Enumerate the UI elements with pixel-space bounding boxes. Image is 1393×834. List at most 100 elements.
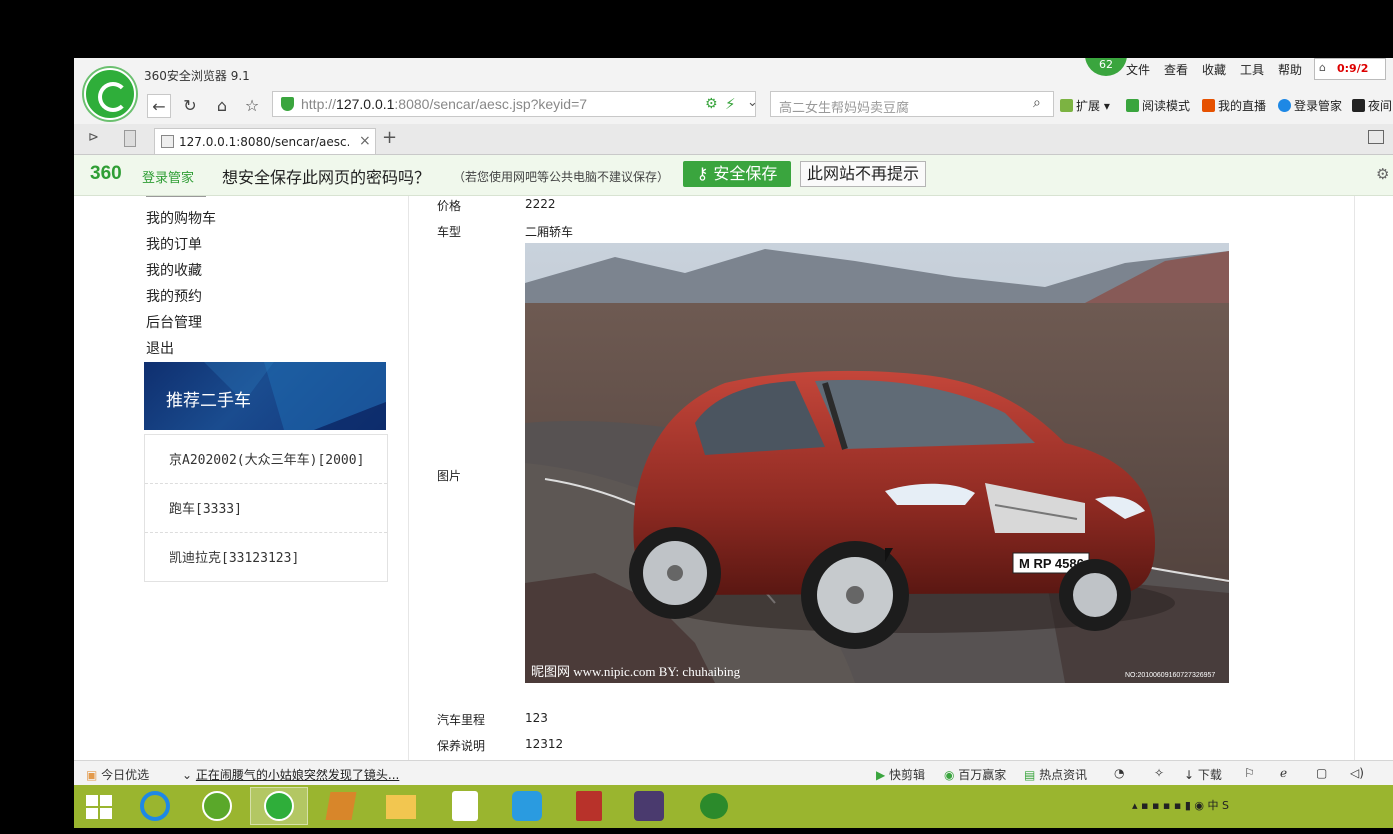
address-bar[interactable]: http://127.0.0.1:8080/sencar/aesc.jsp?ke… [272, 91, 758, 117]
star-icon[interactable]: ☆ [240, 94, 264, 118]
dropdown-icon[interactable]: ⌄ [747, 95, 758, 110]
editor-taskbar-icon[interactable] [560, 787, 618, 825]
file-explorer-taskbar-icon[interactable] [372, 787, 430, 825]
sidebar-link-favorites[interactable]: 我的收藏 [146, 260, 202, 280]
clock-text: 0:9/2 [1337, 62, 1369, 75]
sidebar-link-cart[interactable]: 我的购物车 [146, 208, 216, 228]
login-manager-brand: 360 [90, 163, 122, 184]
save-password-button[interactable]: ⚷ 安全保存 [683, 161, 791, 187]
search-input[interactable]: 高二女生帮妈妈卖豆腐 [779, 97, 909, 116]
menu-favorites[interactable]: 收藏 [1202, 61, 1226, 78]
reading-mode-button[interactable]: 阅读模式 [1126, 97, 1190, 114]
password-note: （若您使用网吧等公共电脑不建议保存） [453, 170, 670, 184]
reload-icon[interactable]: ↻ [178, 94, 202, 118]
type-label: 车型 [437, 225, 462, 239]
login-manager-button[interactable]: 登录管家 [1278, 97, 1342, 114]
quick-clip-label: 快剪辑 [889, 768, 926, 782]
volume-icon[interactable]: ◁) [1350, 766, 1364, 780]
pin-icon[interactable]: ✧ [1154, 766, 1164, 780]
menu-view[interactable]: 查看 [1164, 61, 1188, 78]
sidebar-toggle-icon[interactable]: ⊳ [88, 130, 99, 145]
app-taskbar-icon[interactable] [684, 787, 742, 825]
window-icon[interactable]: ▢ [1316, 766, 1327, 780]
password-save-bar: 360 登录管家 想安全保存此网页的密码吗？ （若您使用网吧等公共电脑不建议保存… [74, 155, 1393, 196]
360-browser-logo-icon[interactable] [84, 68, 136, 120]
windows-taskbar: ▴ ▪ ▪ ▪ ▪ ▮ ◉ 中 S [74, 785, 1393, 828]
menu-file[interactable]: 文件 [1126, 61, 1150, 78]
car-photo-drawing: M RP 4586 昵图网 www.nipic.com BY: chuhaibi… [525, 243, 1229, 683]
maintenance-value: 12312 [525, 737, 564, 751]
windows-start-icon[interactable] [86, 795, 112, 819]
news-icon: ▤ [1024, 768, 1040, 782]
today-picks-button[interactable]: ▣ 今日优选 [86, 766, 149, 783]
password-message: 想安全保存此网页的密码吗？ [222, 168, 431, 187]
live-label: 我的直播 [1218, 99, 1267, 113]
night-mode-label: 夜间 [1368, 99, 1393, 113]
recommend-list: 京A202002(大众三年车)[2000] 跑车[3333] 凯迪拉克[3312… [144, 434, 388, 582]
browser-toolbar: 360安全浏览器 9.1 62 文件 查看 收藏 工具 帮助 ⌂ 0:9/2 ←… [74, 58, 1393, 124]
quick-clip-button[interactable]: ▶ 快剪辑 [876, 766, 925, 783]
sidebar-link-admin[interactable]: 后台管理 [146, 312, 202, 332]
list-item[interactable]: 凯迪拉克[33123123] [169, 547, 299, 566]
divider [145, 532, 387, 533]
eclipse-taskbar-icon[interactable] [620, 787, 678, 825]
search-box[interactable]: 高二女生帮妈妈卖豆腐 ⌕ [770, 91, 1054, 117]
speed-icon[interactable]: ◔ [1114, 766, 1124, 780]
menu-help[interactable]: 帮助 [1278, 61, 1302, 78]
winner-label: 百万赢家 [958, 768, 1007, 782]
system-tray[interactable]: ▴ ▪ ▪ ▪ ▪ ▮ ◉ 中 S [1132, 797, 1229, 813]
new-tab-button[interactable]: + [382, 127, 397, 148]
back-icon[interactable]: ← [147, 94, 171, 118]
news-ticker[interactable]: ⌄ 正在闹腰气的小姑娘突然发现了镜头... [182, 766, 399, 783]
price-value: 2222 [525, 197, 556, 211]
app-title: 360安全浏览器 9.1 [144, 69, 250, 83]
search-icon[interactable]: ⌕ [1033, 95, 1041, 111]
notebook-taskbar-icon[interactable] [312, 787, 370, 825]
close-icon[interactable]: × [359, 133, 371, 149]
hot-news-button[interactable]: ▤ 热点资讯 [1024, 766, 1087, 783]
car-detail-panel: 价格 2222 车型 二厢轿车 图片 M RP 4586 昵图网 www.nip… [408, 196, 1355, 760]
list-item[interactable]: 跑车[3333] [169, 498, 242, 517]
media-taskbar-icon[interactable] [188, 787, 246, 825]
url-path: :8080/sencar/aesc.jsp?keyid=7 [394, 96, 588, 112]
night-mode-button[interactable]: 夜间 [1352, 97, 1392, 114]
maintenance-label: 保养说明 [437, 739, 486, 753]
tab-title: 127.0.0.1:8080/sencar/aesc.jsp [179, 135, 349, 149]
download-button[interactable]: ↓ 下载 [1184, 766, 1222, 783]
wps-taskbar-icon[interactable] [498, 787, 556, 825]
address-url[interactable]: http://127.0.0.1:8080/sencar/aesc.jsp?ke… [301, 96, 587, 112]
sidebar-link-reservations[interactable]: 我的预约 [146, 286, 202, 306]
mileage-label: 汽车里程 [437, 713, 486, 727]
image-id: NO:20100609160727326957 [1125, 672, 1215, 679]
settings-gear-icon[interactable]: ⚙ [1376, 165, 1389, 183]
menu-tools[interactable]: 工具 [1240, 61, 1264, 78]
winner-button[interactable]: ◉ 百万赢家 [944, 766, 1006, 783]
live-button[interactable]: 我的直播 [1202, 97, 1266, 114]
sidebar-link-logout[interactable]: 退出 [146, 338, 174, 358]
browser-window: 360安全浏览器 9.1 62 文件 查看 收藏 工具 帮助 ⌂ 0:9/2 ←… [74, 58, 1393, 828]
notification-badge[interactable]: 62 [1085, 58, 1127, 76]
phone-icon[interactable] [124, 130, 136, 147]
recommend-title: 推荐二手车 [166, 391, 251, 411]
window-list-icon[interactable] [1368, 130, 1384, 144]
news-link[interactable]: 正在闹腰气的小姑娘突然发现了镜头... [196, 768, 399, 782]
lightning-icon[interactable]: ⚡ [725, 95, 736, 113]
ie-icon[interactable]: ℯ [1280, 766, 1287, 780]
speed-mode-icon[interactable]: ⚙ [705, 96, 718, 112]
tab-active[interactable]: 127.0.0.1:8080/sencar/aesc.jsp × [154, 128, 376, 154]
360-browser-taskbar-icon[interactable] [250, 787, 308, 825]
home-icon: ⌂ [1319, 61, 1326, 74]
ie-taskbar-icon[interactable] [126, 787, 184, 825]
key-icon: ⚷ [696, 164, 714, 183]
java-taskbar-icon[interactable] [436, 787, 494, 825]
divider [145, 483, 387, 484]
flag-icon[interactable]: ⚐ [1244, 766, 1255, 780]
sidebar-link-orders[interactable]: 我的订单 [146, 234, 202, 254]
home-icon[interactable]: ⌂ [210, 94, 234, 118]
status-bar: ▣ 今日优选 ⌄ 正在闹腰气的小姑娘突然发现了镜头... ▶ 快剪辑 ◉ 百万赢… [74, 760, 1393, 786]
list-item[interactable]: 京A202002(大众三年车)[2000] [169, 449, 364, 468]
never-remind-button[interactable]: 此网站不再提示 [800, 161, 926, 187]
login-manager-label: 登录管家 [1294, 99, 1343, 113]
extensions-button[interactable]: 扩展 ▾ [1060, 97, 1110, 114]
login-manager-brand-sub: 登录管家 [142, 171, 195, 186]
